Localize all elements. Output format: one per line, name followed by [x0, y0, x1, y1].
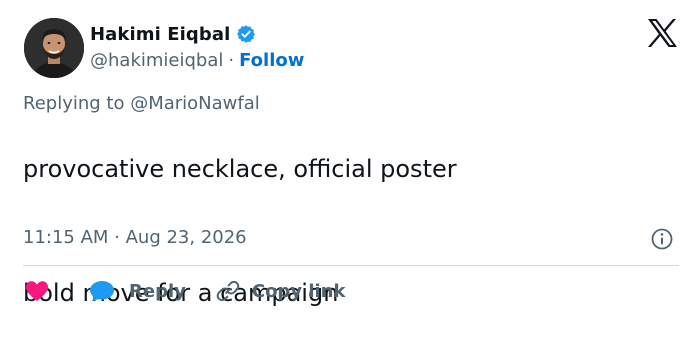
tweet-actions: Reply Copy link [25, 278, 345, 304]
author-handle[interactable]: @hakimieiqbal [90, 50, 223, 71]
follow-button[interactable]: Follow [239, 50, 304, 71]
heart-icon [26, 281, 48, 301]
separator-dot: · [228, 49, 235, 71]
link-icon [216, 280, 240, 302]
replying-to-text[interactable]: Replying to @MarioNawfal [23, 93, 260, 114]
author-handle-row: @hakimieiqbal · Follow [90, 48, 304, 72]
copy-link-button[interactable]: Copy link [216, 279, 346, 303]
author-name-row: Hakimi Eiqbal [90, 22, 256, 46]
reply-label: Reply [129, 280, 186, 302]
speech-bubble-icon [90, 281, 114, 302]
x-logo-icon[interactable] [646, 18, 678, 48]
avatar-image [24, 18, 84, 78]
action-divider [23, 265, 679, 266]
author-display-name[interactable]: Hakimi Eiqbal [90, 24, 230, 45]
verified-badge-icon [236, 24, 256, 44]
reply-button[interactable]: Reply [89, 280, 186, 302]
info-icon[interactable] [651, 228, 673, 250]
like-button[interactable] [25, 280, 49, 302]
tweet-text-line-1: provocative necklace, official poster [23, 155, 457, 183]
avatar[interactable] [24, 18, 84, 78]
tweet-timestamp[interactable]: 11:15 AM · Aug 23, 2026 [23, 227, 247, 248]
copy-link-label: Copy link [251, 280, 346, 302]
